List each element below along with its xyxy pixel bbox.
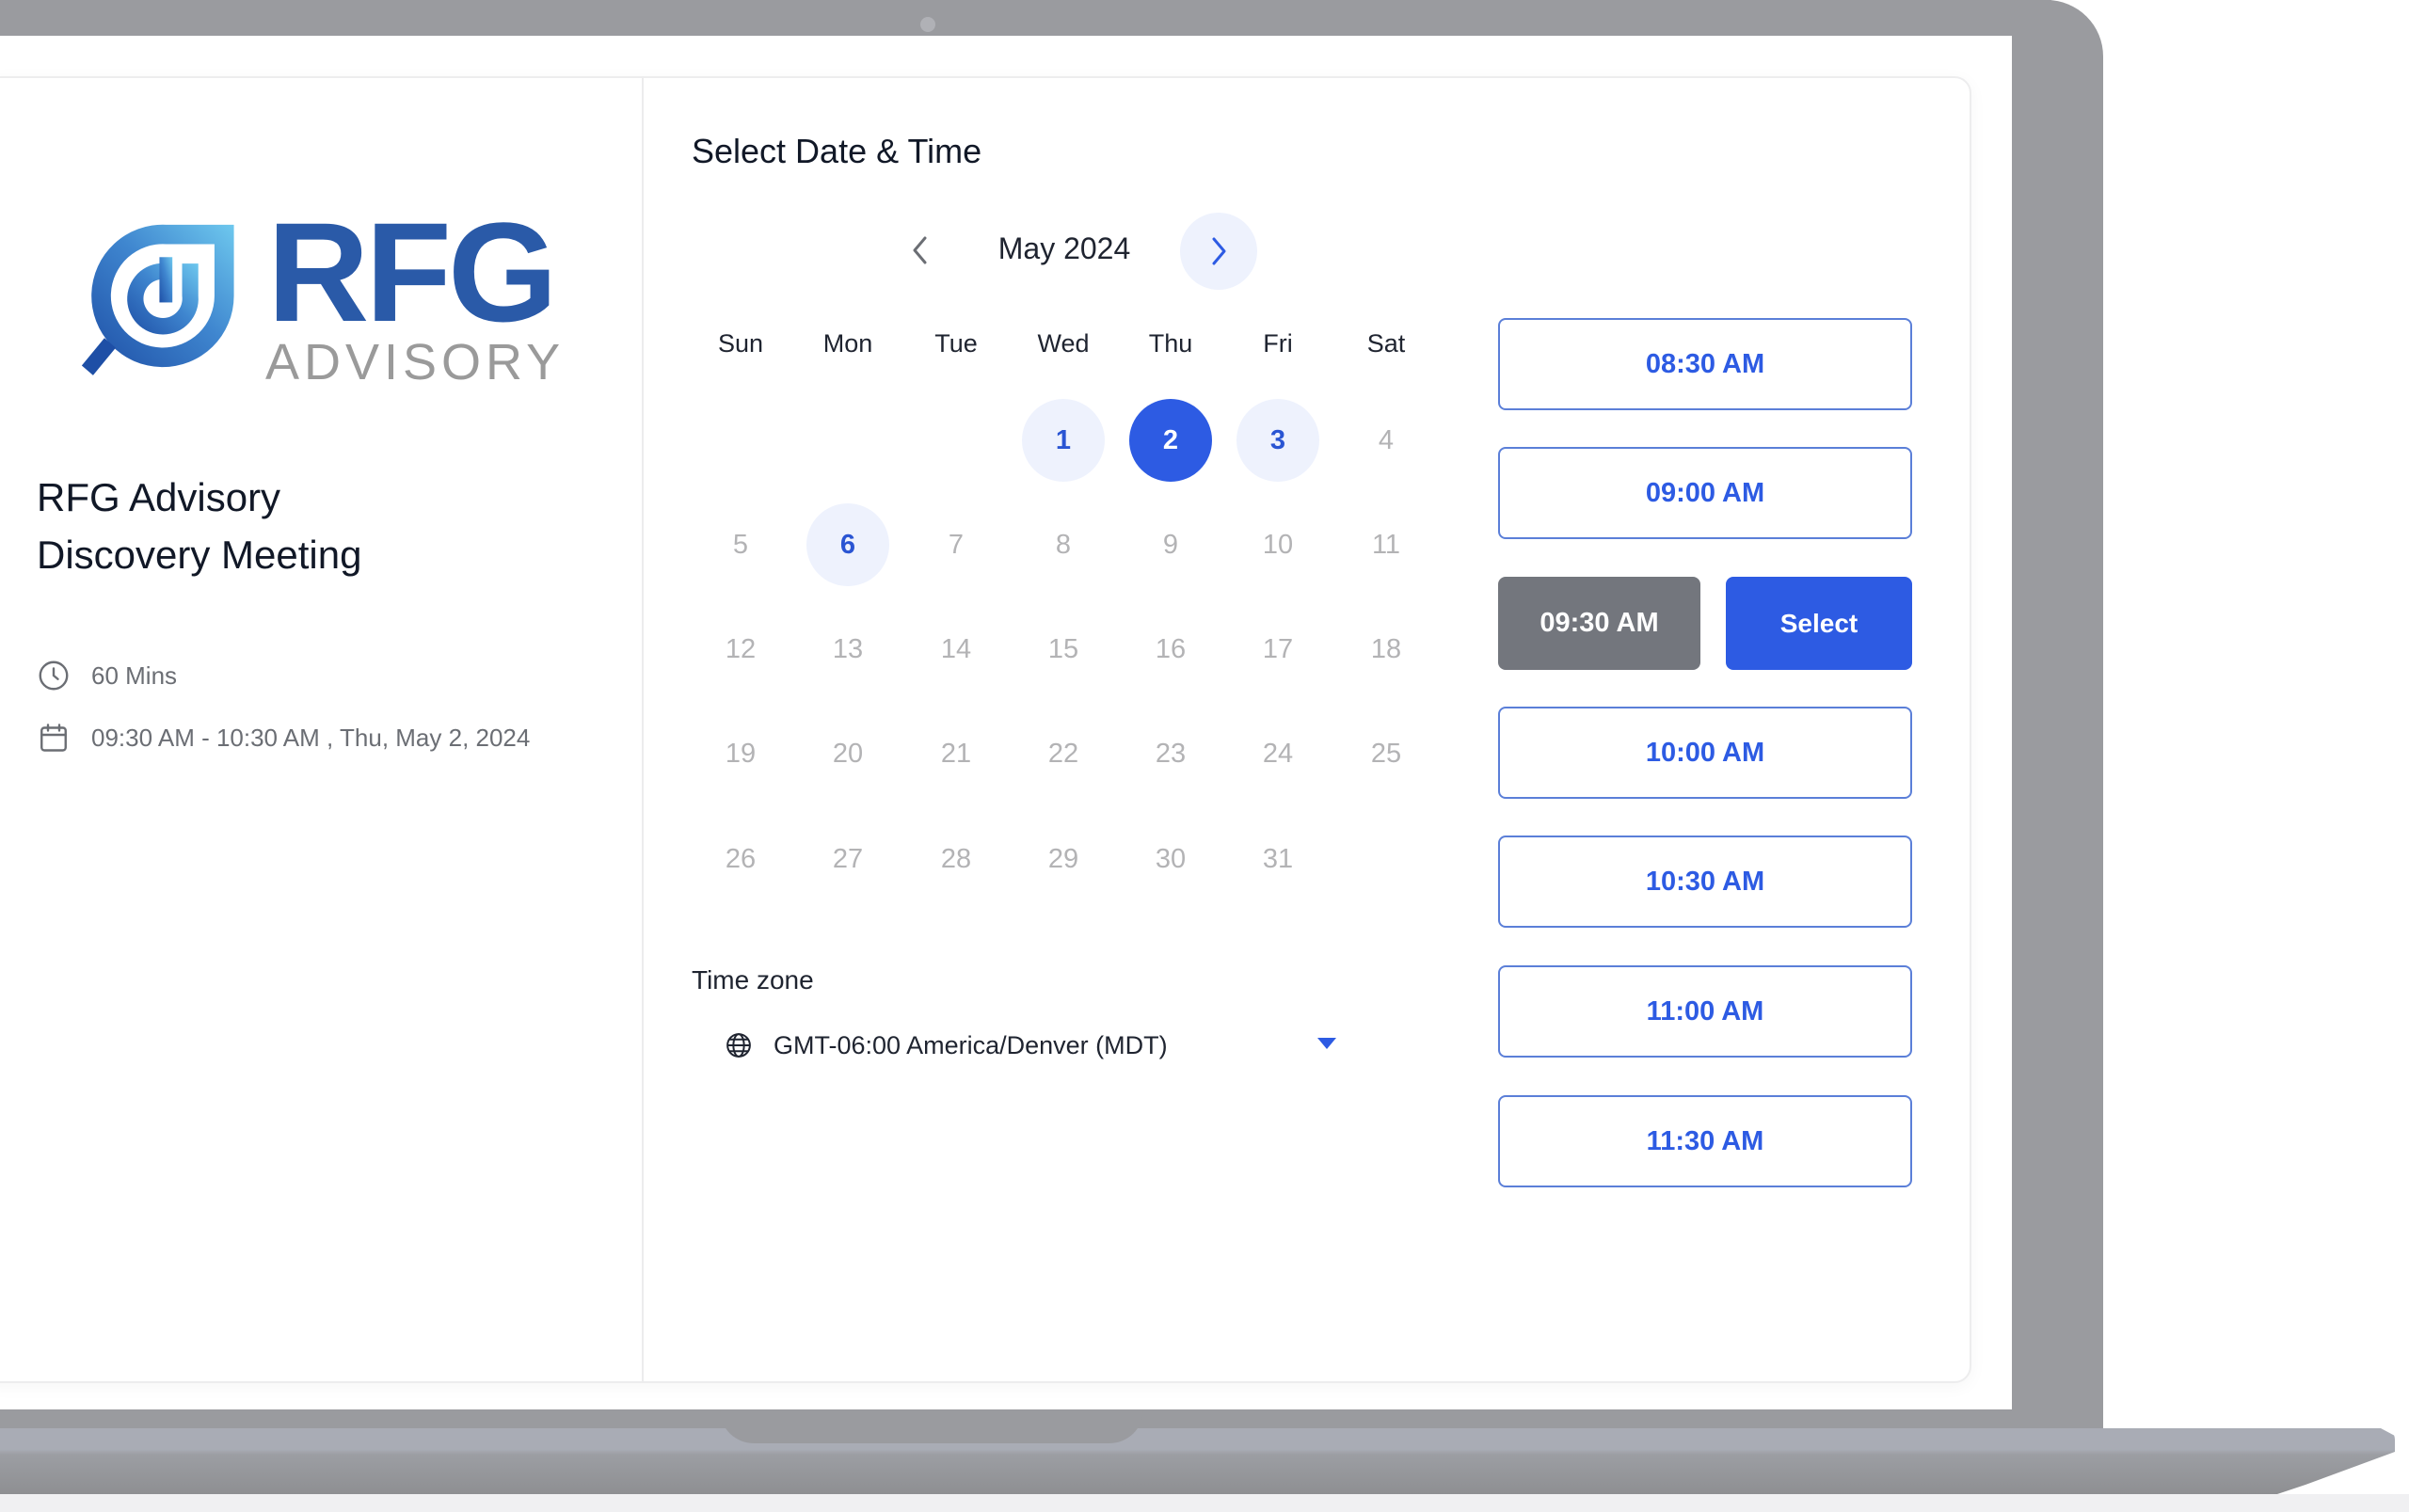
calendar-day-available[interactable]: 6 (806, 503, 889, 586)
weekday-label: Thu (1148, 329, 1193, 358)
month-label: May 2024 (997, 231, 1131, 265)
calendar-day-unavailable: 23 (1155, 738, 1187, 769)
calendar-day-unavailable: 15 (1047, 633, 1079, 664)
time-slot-button[interactable]: 11:00 AM (1498, 965, 1912, 1058)
meeting-title: RFG Advisory Discovery Meeting (37, 469, 601, 583)
caret-down-icon (1317, 1038, 1336, 1049)
calendar-day-unavailable: 8 (1055, 529, 1072, 560)
calendar-day-unavailable: 28 (940, 843, 972, 874)
calendar-day-unavailable: 13 (832, 633, 864, 664)
calendar-day-unavailable: 17 (1262, 633, 1294, 664)
calendar-day-unavailable: 25 (1370, 738, 1402, 769)
calendar-day-unavailable: 4 (1378, 424, 1395, 455)
calendar-day-unavailable: 20 (832, 738, 864, 769)
calendar-day-unavailable: 22 (1047, 738, 1079, 769)
calendar-day-unavailable: 30 (1155, 843, 1187, 874)
time-slot-button[interactable]: 08:30 AM (1498, 318, 1912, 410)
laptop-camera (920, 17, 935, 32)
panel-divider (642, 76, 644, 1383)
calendar-day-available[interactable]: 3 (1236, 399, 1319, 482)
chevron-right-icon (1212, 237, 1226, 265)
calendar-day-unavailable: 11 (1371, 529, 1401, 560)
timezone-value: GMT-06:00 America/Denver (MDT) (774, 1030, 1168, 1059)
calendar-day-unavailable: 27 (832, 843, 864, 874)
next-month-button[interactable] (1180, 213, 1257, 290)
calendar-day-available[interactable]: 1 (1022, 399, 1105, 482)
prev-month-button[interactable] (894, 213, 947, 288)
logo-mark-icon (81, 224, 234, 375)
calendar-day-unavailable: 18 (1370, 633, 1402, 664)
calendar-day-unavailable: 24 (1262, 738, 1294, 769)
logo-wordmark: RFG (267, 193, 558, 351)
laptop-base (0, 1428, 2395, 1494)
weekday-label: Wed (1037, 329, 1090, 358)
calendar-day-unavailable: 12 (725, 633, 757, 664)
calendar-day-unavailable: 14 (940, 633, 972, 664)
schedule-text: 09:30 AM - 10:30 AM , Thu, May 2, 2024 (91, 723, 531, 752)
meeting-title-line1: RFG Advisory (37, 475, 281, 519)
calendar-day-unavailable: 29 (1047, 843, 1079, 874)
calendar-day-unavailable: 26 (725, 843, 757, 874)
clock-icon (39, 661, 69, 691)
weekday-label: Sun (717, 329, 764, 358)
duration-text: 60 Mins (91, 661, 178, 690)
laptop-notch (720, 1409, 1143, 1443)
globe-icon (726, 1033, 751, 1058)
calendar-day-unavailable: 31 (1262, 843, 1294, 874)
timezone-select[interactable]: GMT-06:00 America/Denver (MDT) (715, 1021, 1336, 1070)
calendar-day-unavailable: 10 (1262, 529, 1294, 560)
calendar-day-unavailable: 21 (940, 738, 972, 769)
weekday-label: Tue (934, 329, 978, 358)
duration-row: 60 Mins (37, 659, 177, 692)
calendar-day-unavailable: 19 (725, 738, 757, 769)
laptop-bezel-top (0, 0, 2051, 36)
meeting-title-line2: Discovery Meeting (37, 533, 362, 577)
schedule-row: 09:30 AM - 10:30 AM , Thu, May 2, 2024 (37, 721, 530, 755)
time-slot-button[interactable]: 10:00 AM (1498, 707, 1912, 799)
calendar-day-unavailable: 16 (1155, 633, 1187, 664)
weekday-label: Mon (822, 329, 873, 358)
section-title: Select Date & Time (692, 132, 982, 170)
calendar-day-unavailable: 9 (1162, 529, 1179, 560)
weekday-label: Sat (1366, 329, 1406, 358)
timezone-label: Time zone (692, 965, 814, 995)
time-slot-button[interactable]: 11:30 AM (1498, 1095, 1912, 1187)
chevron-left-icon (913, 236, 927, 264)
calendar-icon (40, 724, 67, 752)
weekday-label: Fri (1263, 329, 1293, 358)
calendar-day-unavailable: 5 (732, 529, 749, 560)
calendar-day-unavailable: 7 (948, 529, 965, 560)
time-slot-button[interactable]: 09:00 AM (1498, 447, 1912, 539)
floor-shadow (0, 1494, 2409, 1512)
calendar-day-selected[interactable]: 2 (1129, 399, 1212, 482)
laptop-bezel-right (2012, 0, 2103, 1430)
select-button[interactable]: Select (1726, 577, 1912, 670)
time-slot-button[interactable]: 10:30 AM (1498, 836, 1912, 928)
time-slot-selected[interactable]: 09:30 AM (1498, 577, 1700, 670)
logo-subtitle: ADVISORY (265, 334, 566, 390)
